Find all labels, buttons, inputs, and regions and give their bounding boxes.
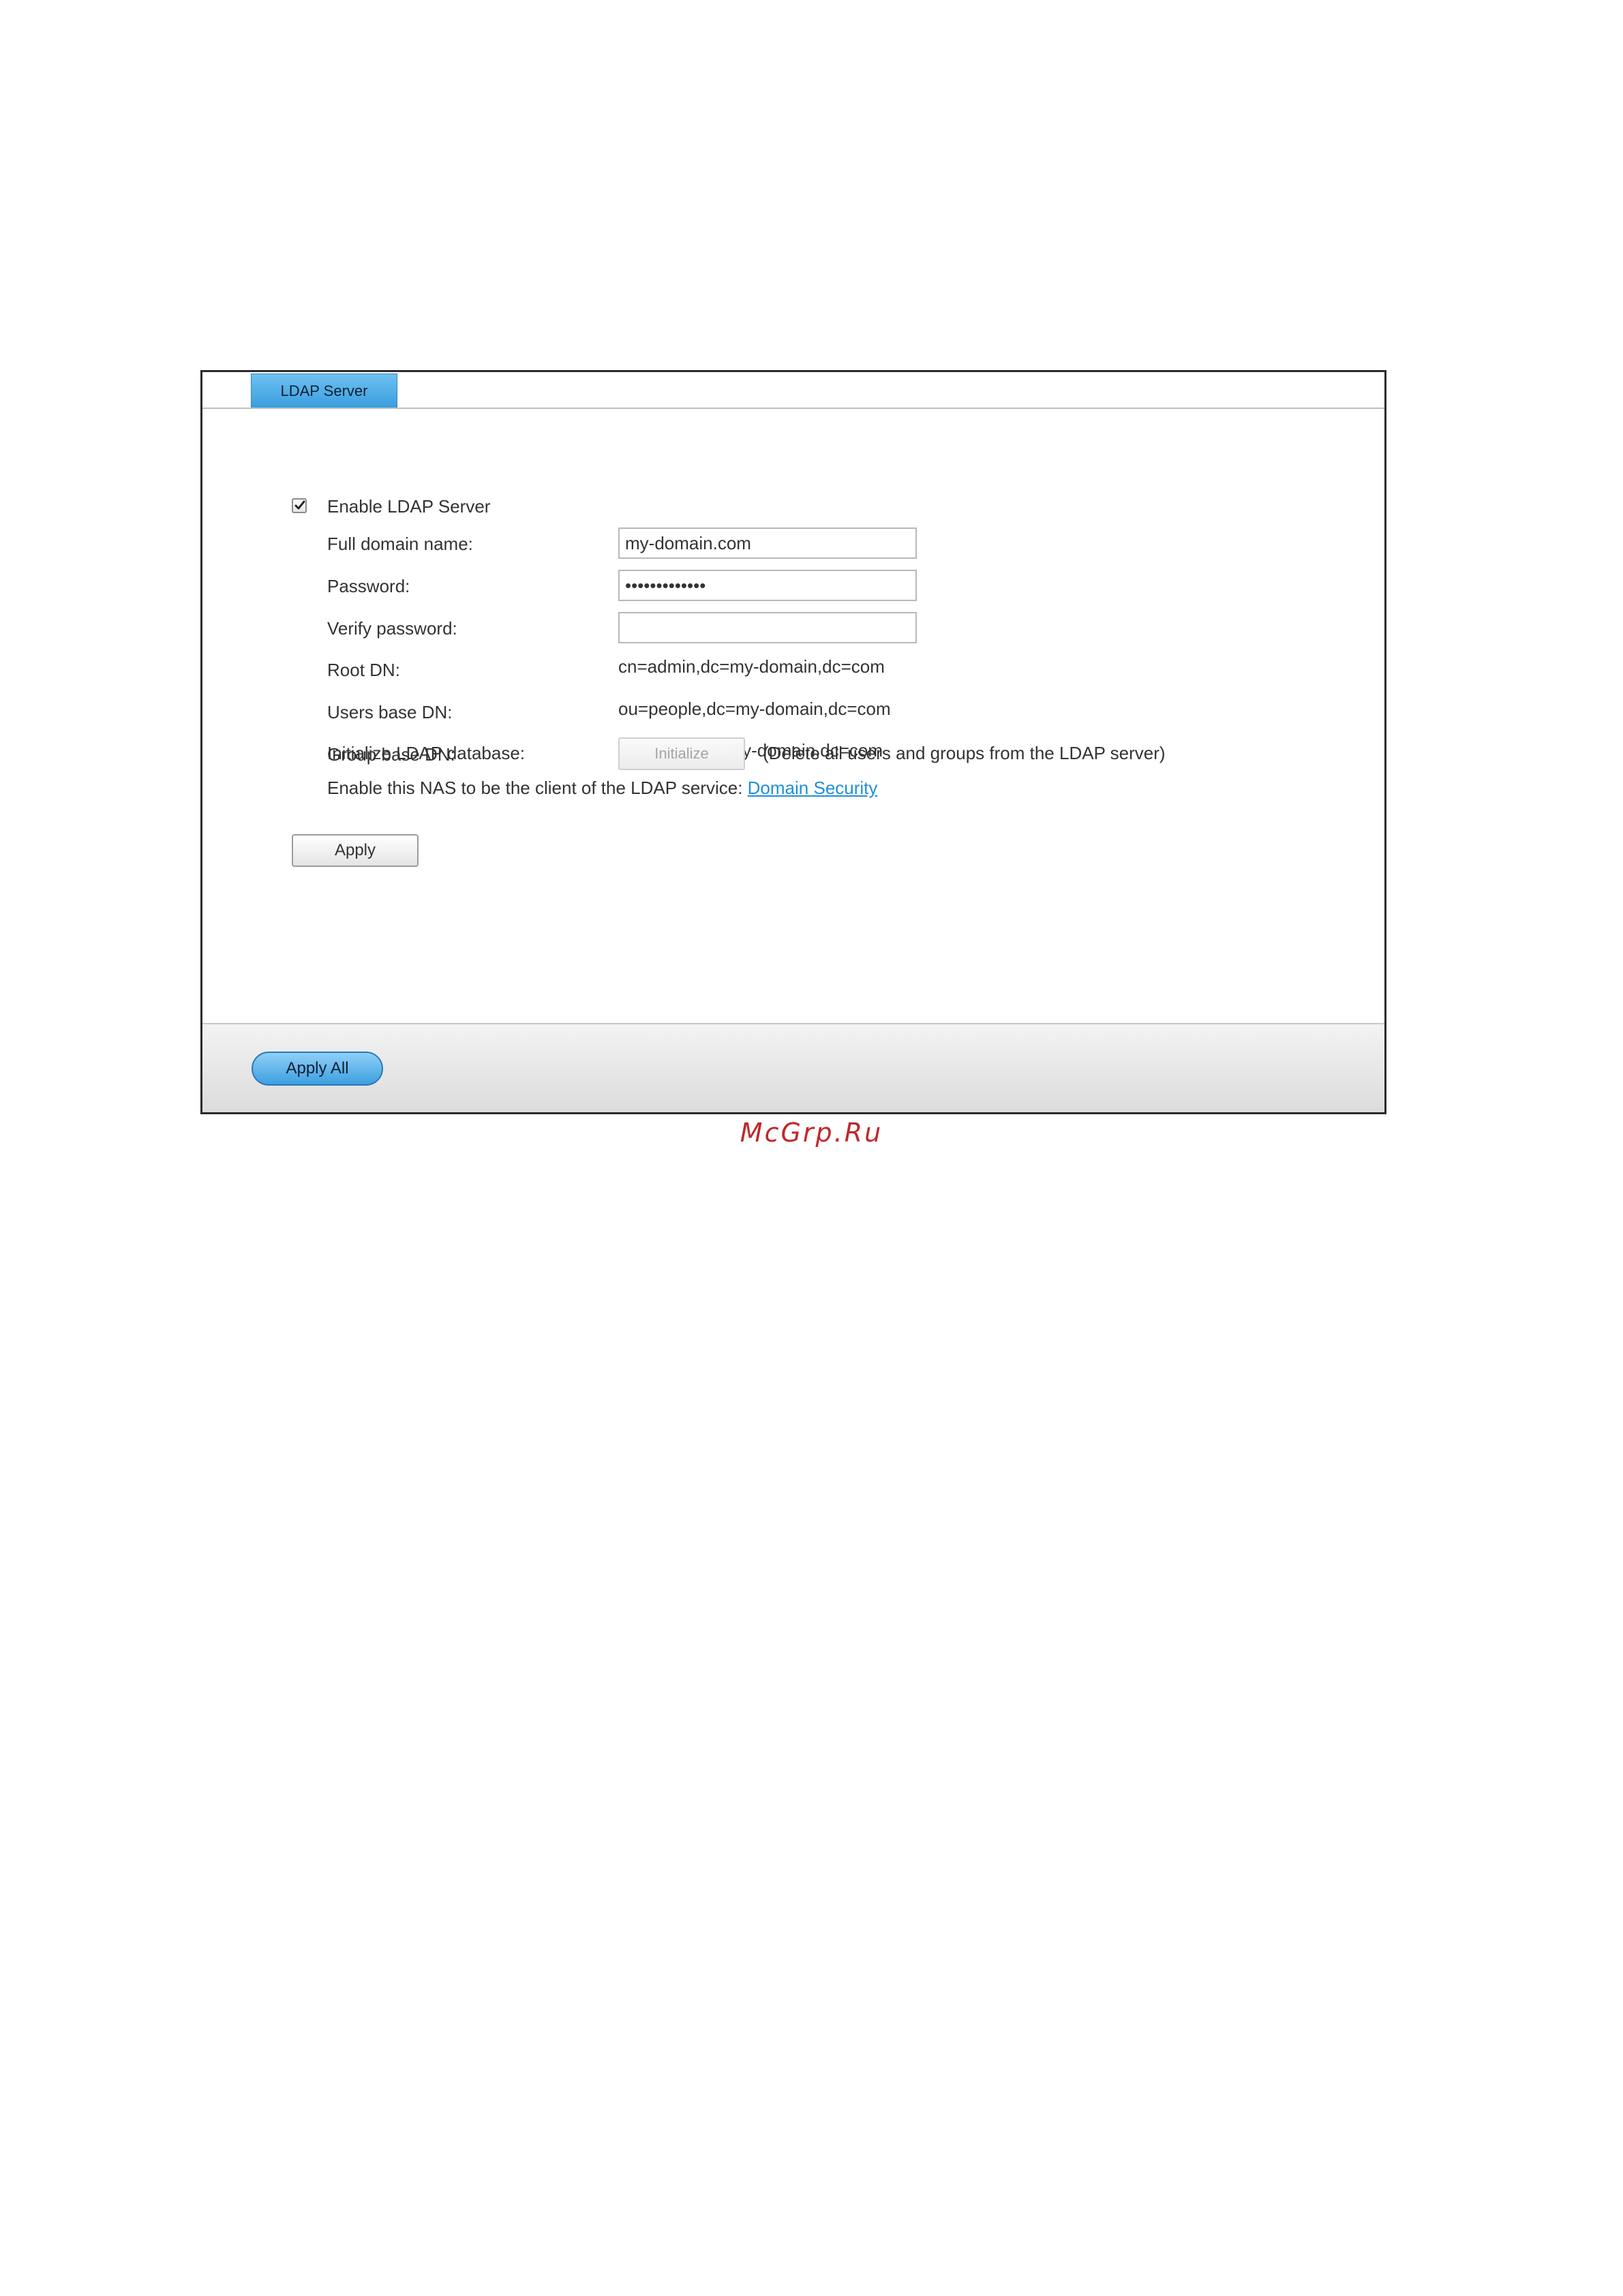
- password-label: Password:: [327, 576, 410, 596]
- domain-name-label: Full domain name:: [327, 534, 473, 554]
- initialize-note: (Delete all users and groups from the LD…: [763, 743, 1166, 763]
- enable-ldap-label[interactable]: Enable LDAP Server: [327, 496, 490, 517]
- users-base-dn-value: ou=people,dc=my-domain,dc=com: [618, 699, 891, 719]
- domain-security-link[interactable]: Domain Security: [748, 778, 878, 798]
- password-field[interactable]: [618, 570, 917, 601]
- ldap-form: Enable LDAP Server Full domain name: Pas…: [202, 409, 1384, 1022]
- initialize-label: Initialize LDAP database:: [327, 743, 526, 763]
- verify-password-label: Verify password:: [327, 618, 457, 639]
- ldap-settings-panel: LDAP Server Enable LDAP Server Full doma…: [200, 370, 1386, 1114]
- tab-ldap-server[interactable]: LDAP Server: [251, 373, 397, 408]
- watermark-text: McGrp.Ru: [740, 1118, 883, 1148]
- verify-password-field[interactable]: [618, 612, 917, 643]
- apply-button[interactable]: Apply: [292, 834, 419, 867]
- domain-name-field[interactable]: [618, 527, 917, 559]
- users-base-dn-label: Users base DN:: [327, 702, 453, 722]
- root-dn-value: cn=admin,dc=my-domain,dc=com: [618, 656, 885, 677]
- enable-ldap-checkbox[interactable]: [292, 498, 307, 513]
- checkmark-icon: [294, 500, 305, 510]
- tab-bar: LDAP Server: [202, 372, 1384, 409]
- ldap-client-text: Enable this NAS to be the client of the …: [327, 778, 743, 798]
- initialize-button[interactable]: Initialize: [618, 737, 745, 770]
- apply-all-button[interactable]: Apply All: [252, 1052, 383, 1086]
- root-dn-label: Root DN:: [327, 660, 400, 680]
- footer-bar: Apply All: [202, 1023, 1384, 1112]
- ldap-client-line: Enable this NAS to be the client of the …: [327, 778, 877, 799]
